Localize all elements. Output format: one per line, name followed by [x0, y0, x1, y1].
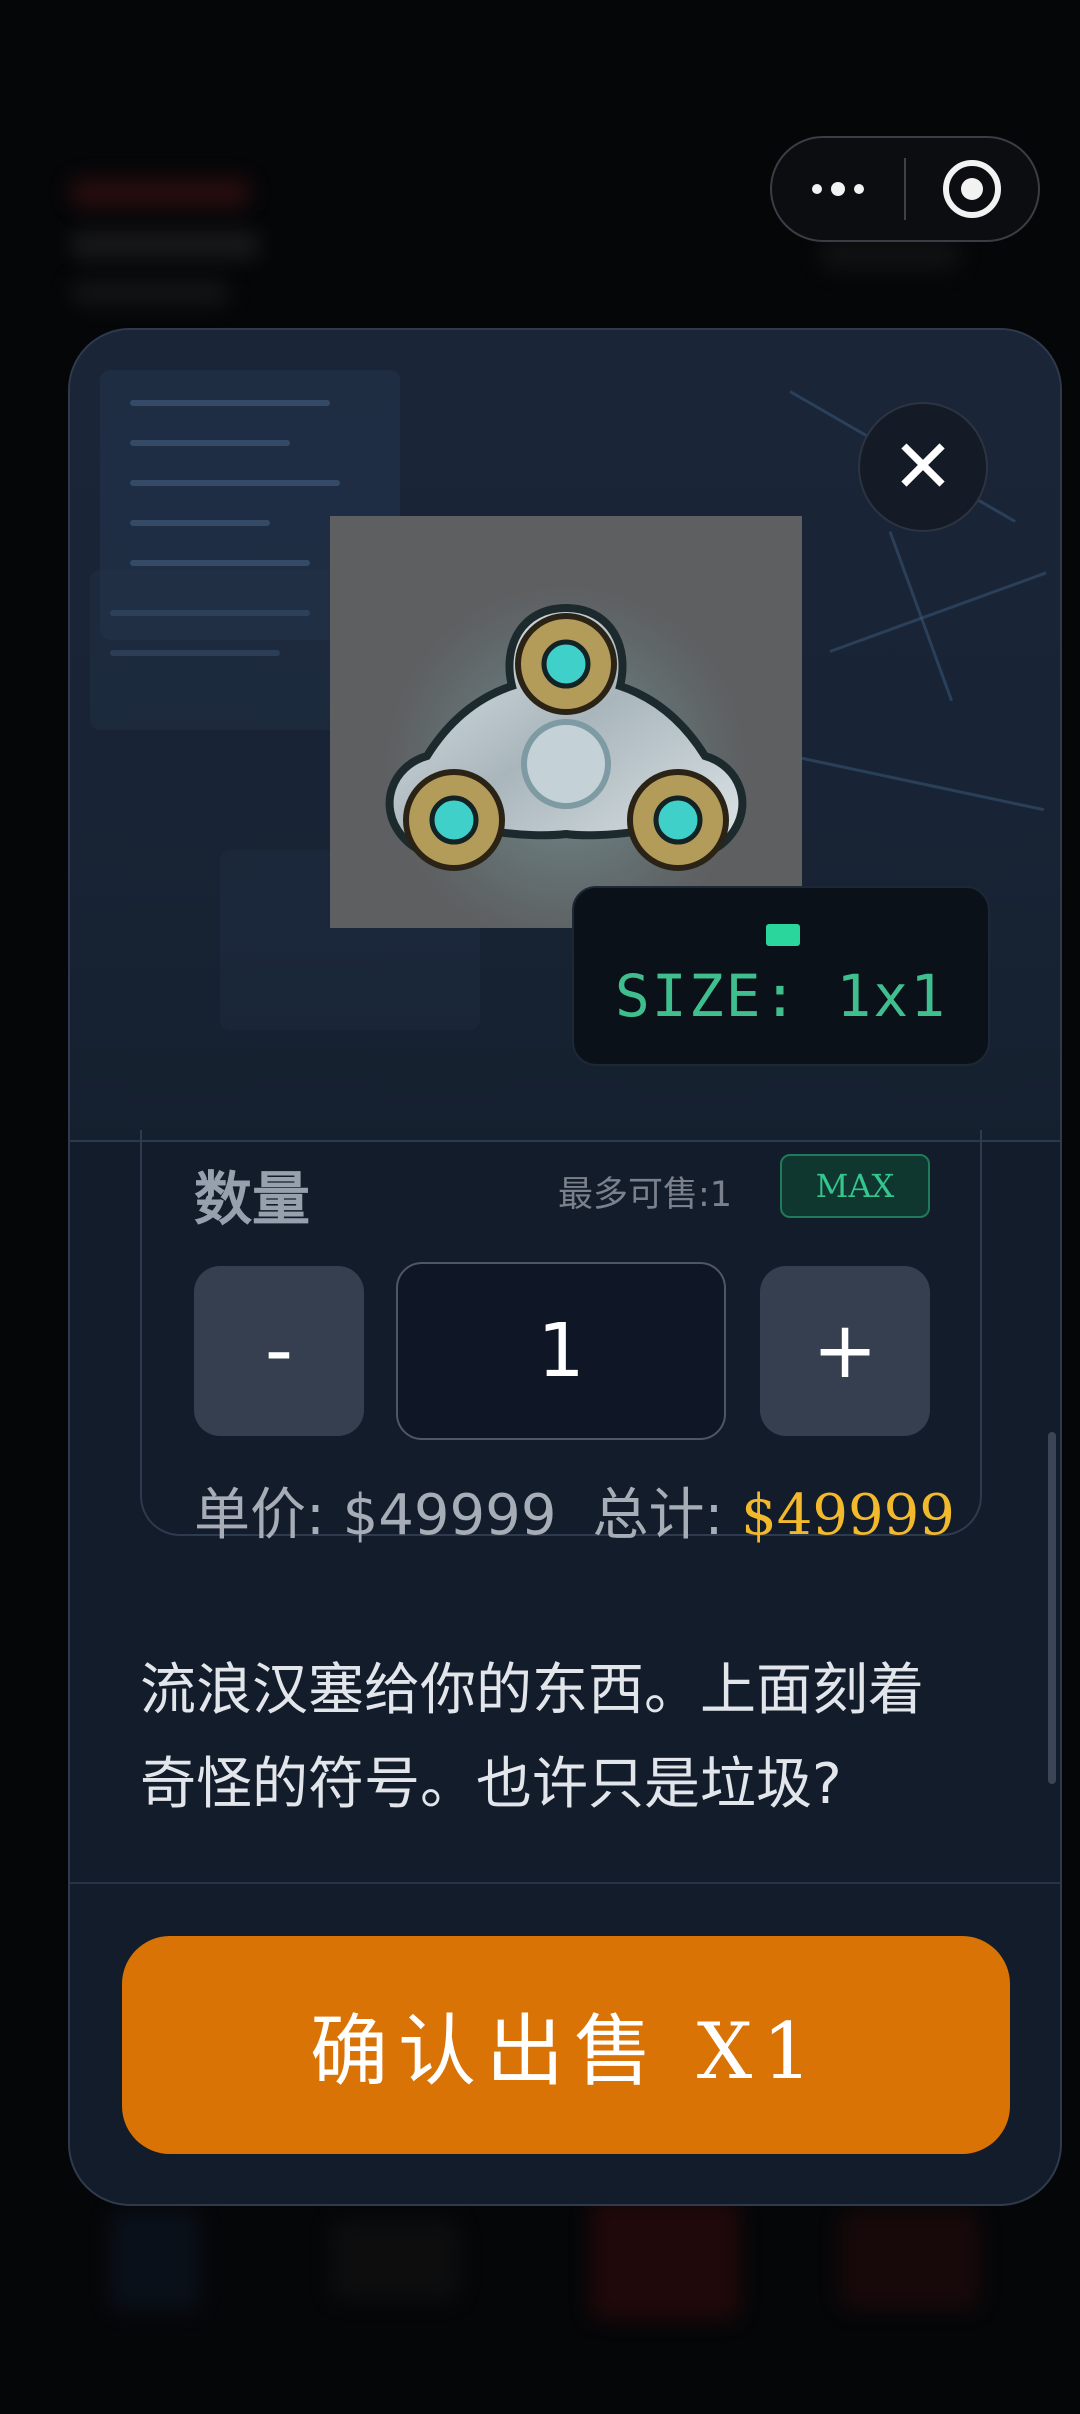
max-button[interactable]: MAX: [780, 1154, 930, 1218]
fidget-spinner-icon: [385, 586, 747, 946]
close-icon: ✕: [891, 424, 954, 510]
hero-screen-line: [130, 520, 270, 526]
increase-button[interactable]: +: [760, 1266, 930, 1436]
background-blur: [70, 230, 260, 260]
unit-price: 单价: $49999: [194, 1483, 557, 1548]
close-button[interactable]: ✕: [858, 402, 988, 532]
minus-label: -: [264, 1306, 294, 1396]
quantity-input[interactable]: 1: [396, 1262, 726, 1440]
status-led: [766, 924, 800, 946]
hero-map-line: [769, 750, 1045, 812]
mini-program-capsule: [770, 136, 1040, 242]
scrollbar[interactable]: [1048, 1432, 1056, 1784]
size-tag: SIZE: 1x1: [572, 886, 990, 1066]
decrease-button[interactable]: -: [194, 1266, 364, 1436]
dot: [831, 182, 845, 196]
hero-map-line: [888, 530, 953, 702]
plus-label: +: [812, 1306, 878, 1396]
hero-screen-line: [130, 400, 330, 406]
background-blur: [330, 2220, 460, 2300]
background-blur: [840, 2210, 980, 2310]
hero-screen-line: [130, 440, 290, 446]
hero-screen-line: [110, 650, 280, 656]
fidget-spinner-image: [330, 516, 802, 946]
target-ring: [942, 160, 1001, 218]
more-dots-icon[interactable]: [772, 138, 904, 240]
hero-screen-line: [130, 560, 310, 566]
dot: [854, 184, 864, 194]
max-sellable-hint: 最多可售:1: [558, 1175, 733, 1215]
size-label: SIZE: 1x1: [614, 962, 948, 1030]
total-label: 总计:: [592, 1483, 724, 1548]
item-description: 流浪汉塞给你的东西。上面刻着 奇怪的符号。也许只是垃圾?: [140, 1644, 1000, 1832]
hero-map-line: [829, 571, 1047, 653]
background-blur: [70, 280, 230, 306]
target-circle-icon[interactable]: [906, 138, 1038, 240]
background-blur: [820, 240, 960, 270]
sell-item-modal: ✕ SIZE: 1x1 数量 最多可售:1 MAX - 1 + 单价: $499…: [68, 328, 1062, 2206]
footer-divider: [70, 1882, 1060, 1884]
description-line: 奇怪的符号。也许只是垃圾?: [140, 1752, 842, 1817]
hero-screen-line: [110, 610, 310, 616]
dot: [812, 184, 822, 194]
background-blur: [590, 2200, 740, 2320]
price-row: 单价: $49999 总计: $49999: [194, 1470, 955, 1551]
background-blur: [70, 178, 250, 208]
description-line: 流浪汉塞给你的东西。上面刻着: [140, 1658, 924, 1723]
total-price: $49999: [741, 1483, 955, 1548]
target-core: [960, 178, 983, 200]
background-blur: [110, 2210, 200, 2310]
confirm-sell-button[interactable]: 确认出售 X1: [122, 1936, 1010, 2154]
quantity-label: 数量: [194, 1165, 311, 1233]
quantity-value: 1: [537, 1308, 585, 1394]
hero-screen-line: [130, 480, 340, 486]
